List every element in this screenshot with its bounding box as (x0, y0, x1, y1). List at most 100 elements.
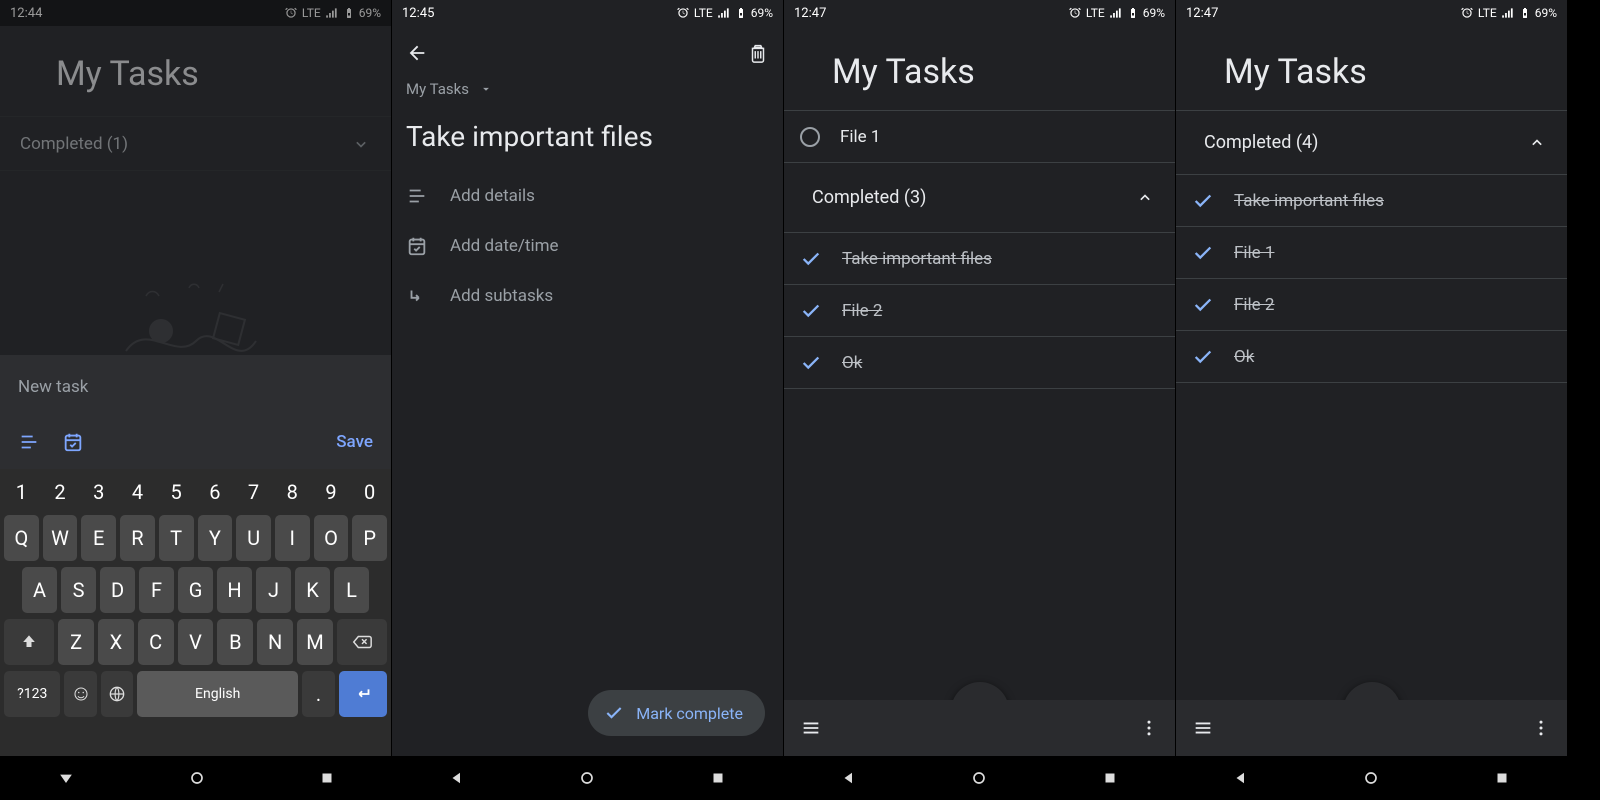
menu-icon[interactable] (1192, 717, 1214, 739)
key[interactable]: H (217, 567, 252, 613)
completed-task-row[interactable]: File 2 (1176, 279, 1567, 331)
battery-percent: 69% (751, 6, 773, 20)
key[interactable]: D (100, 567, 135, 613)
key[interactable]: 7 (236, 475, 271, 509)
symbols-key[interactable]: ?123 (4, 671, 60, 717)
key[interactable]: A (22, 567, 57, 613)
emoji-key[interactable] (64, 671, 96, 717)
nav-back-icon[interactable] (56, 768, 76, 788)
new-task-input[interactable] (18, 377, 373, 397)
completed-task-row[interactable]: Take important files (784, 233, 1175, 285)
nav-recent-icon[interactable] (709, 769, 727, 787)
key[interactable]: Y (198, 515, 233, 561)
nav-home-icon[interactable] (969, 768, 989, 788)
overflow-icon[interactable] (1531, 718, 1551, 738)
back-button[interactable] (406, 42, 428, 64)
key[interactable]: B (217, 619, 253, 665)
completed-task-row[interactable]: Ok (784, 337, 1175, 389)
add-details-icon[interactable] (18, 431, 40, 453)
keyboard[interactable]: 1234567890 QWERTYUIOP ASDFGHJKL ZXCVBNM … (0, 469, 391, 756)
completed-section-header[interactable]: Completed (1) (0, 117, 391, 171)
key[interactable]: P (352, 515, 387, 561)
check-icon[interactable] (1192, 294, 1214, 316)
task-radio[interactable] (800, 127, 820, 147)
key[interactable]: E (81, 515, 116, 561)
mark-complete-button[interactable]: Mark complete (588, 690, 765, 736)
key[interactable]: 8 (275, 475, 310, 509)
clock: 12:44 (10, 6, 42, 21)
backspace-key[interactable] (337, 619, 387, 665)
completed-section-header[interactable]: Completed (3) (784, 163, 1175, 233)
nav-home-icon[interactable] (1361, 768, 1381, 788)
completed-list: Take important filesFile 2Ok (784, 233, 1175, 389)
nav-back-icon[interactable] (1232, 769, 1250, 787)
completed-section-header[interactable]: Completed (4) (1176, 111, 1567, 175)
completed-task-row[interactable]: File 1 (1176, 227, 1567, 279)
add-subtasks-row[interactable]: Add subtasks (392, 271, 783, 321)
clock: 12:47 (794, 6, 826, 21)
key[interactable]: 2 (43, 475, 78, 509)
check-icon[interactable] (800, 352, 822, 374)
key[interactable]: Q (4, 515, 39, 561)
shift-key[interactable] (4, 619, 54, 665)
key[interactable]: Z (58, 619, 94, 665)
check-icon[interactable] (1192, 190, 1214, 212)
key[interactable]: 3 (81, 475, 116, 509)
check-icon[interactable] (800, 300, 822, 322)
key[interactable]: 5 (159, 475, 194, 509)
android-nav (392, 756, 783, 800)
key[interactable]: 4 (120, 475, 155, 509)
key[interactable]: 0 (352, 475, 387, 509)
key[interactable]: O (314, 515, 349, 561)
completed-task-row[interactable]: File 2 (784, 285, 1175, 337)
globe-key[interactable] (101, 671, 133, 717)
completed-task-row[interactable]: Ok (1176, 331, 1567, 383)
add-details-row[interactable]: Add details (392, 171, 783, 221)
key[interactable]: L (334, 567, 369, 613)
key[interactable]: K (295, 567, 330, 613)
nav-recent-icon[interactable] (1101, 769, 1119, 787)
key[interactable]: W (43, 515, 78, 561)
check-icon[interactable] (1192, 242, 1214, 264)
key[interactable]: C (138, 619, 174, 665)
key[interactable]: M (297, 619, 333, 665)
nav-home-icon[interactable] (577, 768, 597, 788)
key[interactable]: 6 (198, 475, 233, 509)
nav-home-icon[interactable] (187, 768, 207, 788)
lte-label: LTE (302, 6, 321, 20)
add-date-icon[interactable] (62, 431, 84, 453)
nav-back-icon[interactable] (448, 769, 466, 787)
key[interactable]: R (120, 515, 155, 561)
check-icon[interactable] (800, 248, 822, 270)
new-task-sheet: Save (0, 355, 391, 469)
status-bar: 12:47 LTE 69% (784, 0, 1175, 26)
key[interactable]: T (159, 515, 194, 561)
task-title[interactable]: Take important files (392, 106, 783, 171)
add-datetime-row[interactable]: Add date/time (392, 221, 783, 271)
task-row[interactable]: File 1 (784, 111, 1175, 163)
space-key[interactable]: English (137, 671, 298, 717)
key[interactable]: N (257, 619, 293, 665)
delete-button[interactable] (747, 42, 769, 64)
overflow-icon[interactable] (1139, 718, 1159, 738)
nav-recent-icon[interactable] (318, 769, 336, 787)
enter-key[interactable] (339, 671, 387, 717)
key[interactable]: F (139, 567, 174, 613)
key[interactable]: J (256, 567, 291, 613)
key[interactable]: X (98, 619, 134, 665)
key[interactable]: U (236, 515, 271, 561)
key[interactable]: V (178, 619, 214, 665)
key[interactable]: I (275, 515, 310, 561)
menu-icon[interactable] (800, 717, 822, 739)
key[interactable]: 9 (314, 475, 349, 509)
list-selector[interactable]: My Tasks (392, 80, 783, 106)
key[interactable]: G (178, 567, 213, 613)
nav-recent-icon[interactable] (1493, 769, 1511, 787)
save-button[interactable]: Save (336, 432, 373, 452)
period-key[interactable]: . (302, 671, 334, 717)
key[interactable]: S (61, 567, 96, 613)
key[interactable]: 1 (4, 475, 39, 509)
completed-task-row[interactable]: Take important files (1176, 175, 1567, 227)
nav-back-icon[interactable] (840, 769, 858, 787)
check-icon[interactable] (1192, 346, 1214, 368)
